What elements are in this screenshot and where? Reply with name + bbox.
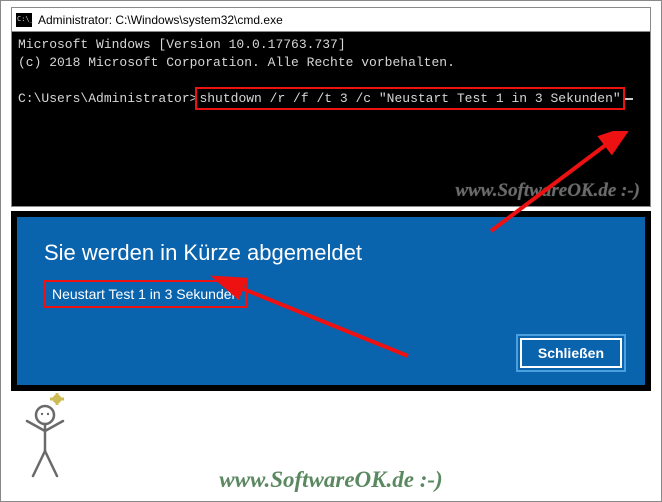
cmd-copyright-line: (c) 2018 Microsoft Corporation. Alle Rec… [18,54,644,72]
signout-dialog: Sie werden in Kürze abgemeldet Neustart … [17,217,645,385]
cmd-command: shutdown /r /f /t 3 /c "Neustart Test 1 … [199,91,620,106]
dialog-message: Neustart Test 1 in 3 Sekunden [44,280,247,308]
footer-watermark: www.SoftwareOK.de :-) [219,467,442,492]
cmd-watermark: www.SoftwareOK.de :-) [455,180,640,202]
close-button[interactable]: Schließen [520,338,622,368]
dialog-title: Sie werden in Kürze abgemeldet [44,240,618,266]
footer: www.SoftwareOK.de :-) [1,467,661,493]
cmd-titlebar[interactable]: Administrator: C:\Windows\system32\cmd.e… [12,8,650,32]
cmd-window: Administrator: C:\Windows\system32\cmd.e… [11,7,651,207]
cmd-icon [16,13,32,27]
cmd-title-text: Administrator: C:\Windows\system32\cmd.e… [38,13,283,27]
cmd-command-highlight: shutdown /r /f /t 3 /c "Neustart Test 1 … [197,89,622,109]
dialog-container: Sie werden in Kürze abgemeldet Neustart … [11,211,651,391]
cmd-version-line: Microsoft Windows [Version 10.0.17763.73… [18,36,644,54]
cmd-cursor [625,98,633,100]
cmd-prompt-line: C:\Users\Administrator>shutdown /r /f /t… [18,89,644,109]
cmd-body[interactable]: Microsoft Windows [Version 10.0.17763.73… [12,32,650,206]
cmd-prompt: C:\Users\Administrator> [18,91,197,106]
